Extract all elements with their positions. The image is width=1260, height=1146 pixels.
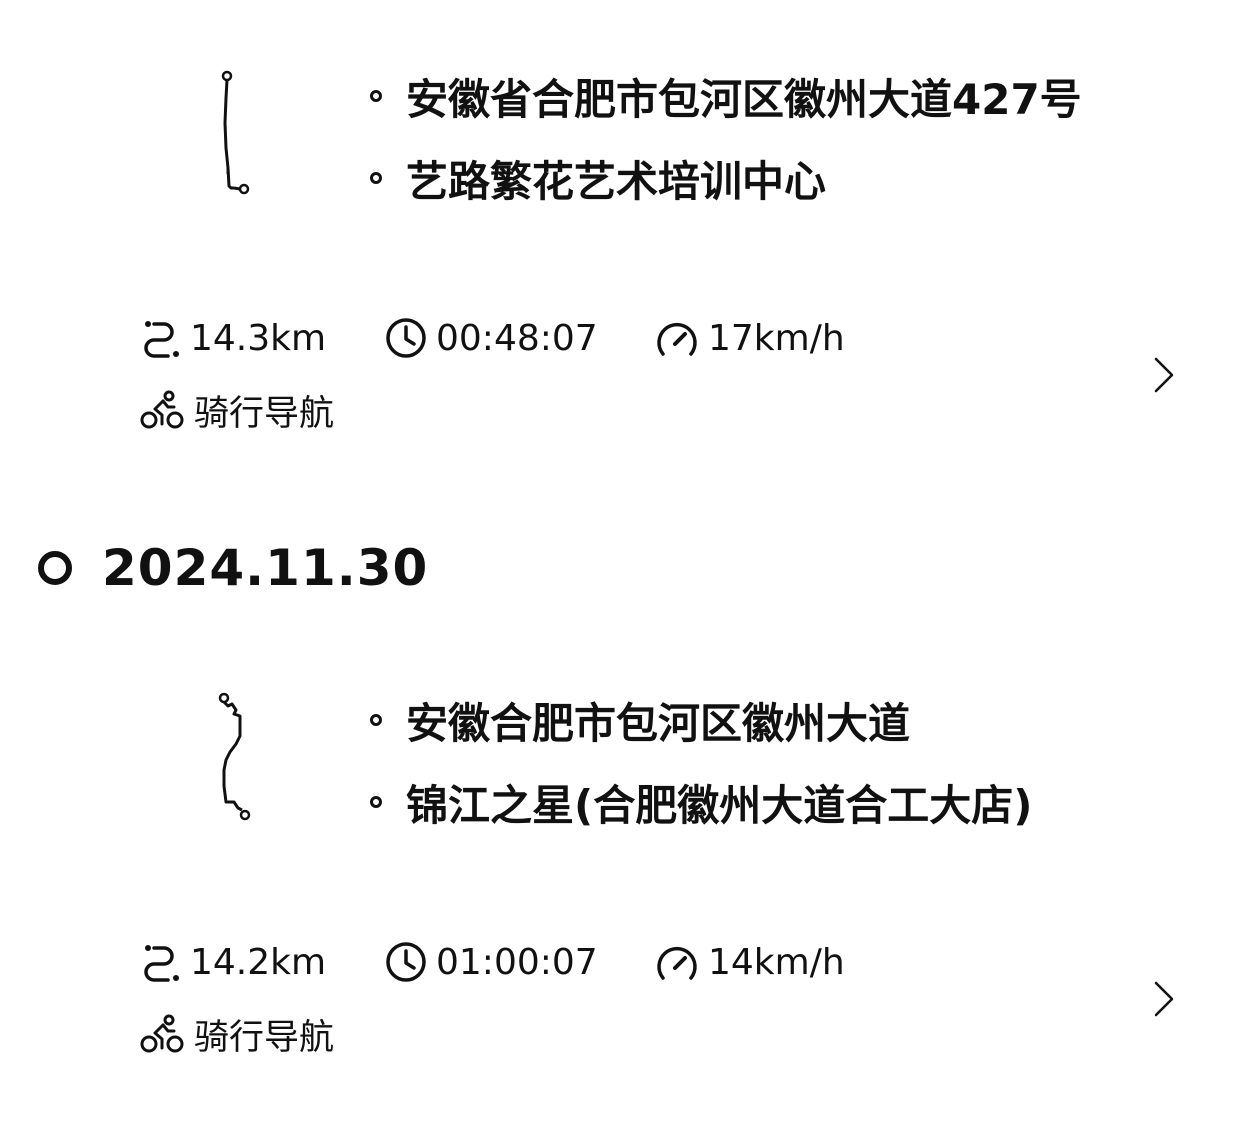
ride-navigation-label: 骑行导航 [140,1012,334,1058]
start-address: 安徽省合肥市包河区徽州大道427号 [370,68,1082,124]
start-address-text: 安徽合肥市包河区徽州大道 [406,698,911,748]
start-point-icon [370,90,382,102]
bicycle-icon [140,390,184,429]
route-distance-icon [144,321,179,358]
speed-value: 17km/h [708,317,845,359]
clock-icon [386,318,426,358]
distance-stat: 14.3km [140,316,326,360]
end-address: 锦江之星(合肥徽州大道合工大店) [370,774,1032,830]
bicycle-icon [140,1014,184,1053]
ride-navigation-label: 骑行导航 [140,388,334,434]
speedometer-icon [657,947,697,980]
speed-stat: 17km/h [654,316,845,360]
duration-stat: 00:48:07 [384,316,598,360]
timeline-dot-icon [38,551,72,585]
distance-value: 14.2km [190,941,327,983]
distance-value: 14.3km [190,317,327,359]
trip-card[interactable]: 安徽合肥市包河区徽州大道 锦江之星(合肥徽州大道合工大店) 14.2km 01:… [0,624,1260,1094]
route-thumbnail [200,690,270,830]
ride-navigation-text: 骑行导航 [194,393,335,434]
duration-value: 00:48:07 [436,317,598,359]
trip-card[interactable]: 安徽省合肥市包河区徽州大道427号 艺路繁花艺术培训中心 14.3km 00:4… [0,0,1260,470]
route-thumbnail [200,68,270,208]
start-point-icon [370,714,382,726]
start-address: 安徽合肥市包河区徽州大道 [370,692,910,748]
date-text: 2024.11.30 [102,539,429,597]
start-address-text: 安徽省合肥市包河区徽州大道427号 [406,74,1082,124]
end-address-text: 锦江之星(合肥徽州大道合工大店) [406,780,1033,830]
chevron-right-icon[interactable] [1148,979,1178,1019]
end-point-icon [370,796,382,808]
speed-stat: 14km/h [654,940,845,984]
chevron-right-icon[interactable] [1148,355,1178,395]
route-distance-icon [144,945,179,982]
date-header: 2024.11.30 [38,538,428,598]
duration-stat: 01:00:07 [384,940,598,984]
speed-value: 14km/h [708,941,845,983]
duration-value: 01:00:07 [436,941,598,983]
speedometer-icon [657,323,697,356]
clock-icon [386,942,426,982]
end-point-icon [370,172,382,184]
distance-stat: 14.2km [140,940,326,984]
end-address: 艺路繁花艺术培训中心 [370,150,826,206]
ride-navigation-text: 骑行导航 [194,1017,335,1058]
end-address-text: 艺路繁花艺术培训中心 [406,156,827,206]
